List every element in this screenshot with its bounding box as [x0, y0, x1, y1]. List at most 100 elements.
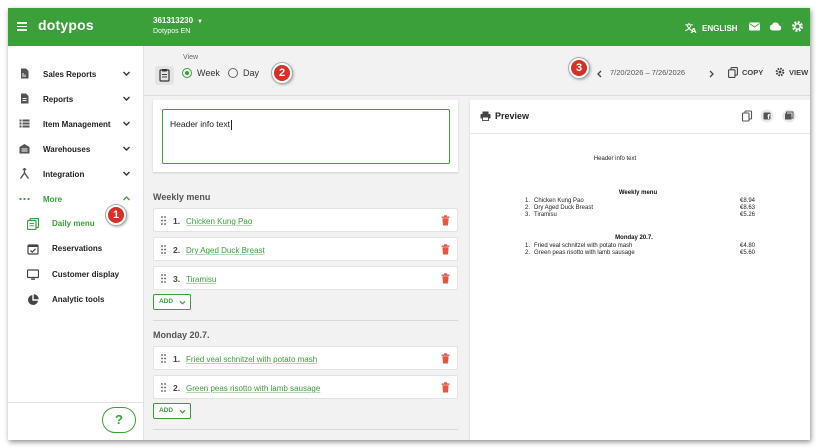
menu-item-number: 3.: [173, 274, 181, 284]
sidebar-item-item-management[interactable]: Item Management: [8, 115, 144, 133]
account-id: 361313230: [153, 16, 194, 25]
sidebar-item-sales-reports[interactable]: Sales Reports: [8, 65, 144, 83]
view-week-radio[interactable]: Week: [182, 68, 220, 78]
header-card: Header info text: [153, 100, 458, 172]
help-button[interactable]: ?: [102, 407, 136, 433]
language-selector[interactable]: 文A ENGLISH: [685, 22, 738, 34]
sidebar-item-analytic-tools[interactable]: Analytic tools: [8, 291, 144, 309]
view-day-radio[interactable]: Day: [228, 68, 259, 78]
account-selector[interactable]: 361313230 ▼: [153, 16, 203, 25]
chevron-left-icon[interactable]: [596, 70, 603, 78]
section-title-weekly-menu: Weekly menu: [153, 192, 211, 202]
drag-handle-icon[interactable]: [161, 274, 166, 283]
integration-icon: [19, 168, 30, 179]
drag-handle-icon[interactable]: [161, 383, 166, 392]
section-divider: [153, 320, 458, 321]
radio-label: Day: [243, 68, 260, 78]
preview-row-name: Fried veal schnitzel with potato mash: [534, 243, 633, 249]
monitor-icon: [27, 269, 39, 280]
trash-icon[interactable]: [441, 244, 450, 255]
svg-text:A: A: [691, 27, 697, 34]
menu-item-number: 1.: [173, 216, 181, 226]
printer-icon[interactable]: [480, 111, 491, 121]
drag-handle-icon[interactable]: [161, 354, 166, 363]
preview-row-price: €5.26: [739, 212, 755, 218]
sidebar-item-label: Analytic tools: [52, 295, 105, 304]
trash-icon[interactable]: [441, 382, 450, 393]
preview-row-price: €4.80: [739, 243, 755, 249]
preview-section-title: Monday 20.7.: [615, 235, 653, 241]
preview-row-number: 1.: [525, 243, 531, 249]
sidebar-item-more[interactable]: More: [8, 190, 144, 208]
mail-icon[interactable]: [748, 20, 761, 33]
sidebar-item-customer-display[interactable]: Customer display: [8, 266, 144, 284]
chevron-down-icon: [179, 409, 186, 414]
chevron-down-icon: [123, 96, 130, 101]
drag-handle-icon[interactable]: [161, 245, 166, 254]
sidebar-divider: [8, 402, 144, 403]
text-cursor: [231, 119, 233, 130]
image-icon[interactable]: [782, 109, 796, 123]
trash-icon[interactable]: [441, 353, 450, 364]
chevron-down-icon: [179, 300, 186, 305]
header-text-value: Header info text: [170, 119, 231, 129]
drag-handle-icon[interactable]: [161, 216, 166, 225]
copy-label: COPY: [742, 68, 764, 77]
menu-item[interactable]: 2. Green peas risotto with lamb sausage: [153, 375, 458, 399]
template-button[interactable]: [155, 66, 174, 85]
copy-icon: [728, 67, 738, 78]
menu-item-name[interactable]: Dry Aged Duck Breast: [186, 246, 265, 255]
sidebar-item-integration[interactable]: Integration: [8, 165, 144, 183]
pie-chart-icon: [28, 294, 39, 305]
add-label: ADD: [159, 298, 174, 305]
add-item-button[interactable]: ADD: [153, 294, 191, 310]
menu-item-number: 2.: [173, 383, 181, 393]
menu-item-name[interactable]: Fried veal schnitzel with potato mash: [186, 355, 317, 364]
sidebar-item-reports[interactable]: Reports: [8, 90, 144, 108]
sidebar-item-label: Sales Reports: [43, 69, 97, 79]
clipboard-icon: [159, 69, 170, 82]
cloud-icon[interactable]: [769, 20, 782, 33]
callout-badge-3: 3: [569, 58, 589, 78]
preview-header: Preview f: [470, 100, 810, 134]
sidebar-item-warehouses[interactable]: Warehouses: [8, 140, 144, 158]
sidebar-item-label: Warehouses: [43, 144, 91, 154]
section-title-monday: Monday 20.7.: [153, 330, 210, 340]
chevron-up-icon: [123, 196, 130, 201]
menu-item-name[interactable]: Green peas risotto with lamb sausage: [186, 384, 320, 393]
sidebar-item-label: Customer display: [52, 270, 120, 279]
view-settings-button[interactable]: VIEW: [775, 67, 808, 77]
menu-item[interactable]: 2. Dry Aged Duck Breast: [153, 237, 458, 261]
menu-item-name[interactable]: Chicken Kung Pao: [186, 217, 252, 226]
preview-row-name: Tiramisu: [534, 212, 557, 218]
copy-button[interactable]: COPY: [728, 67, 763, 78]
preview-title: Preview: [495, 111, 530, 121]
menu-item[interactable]: 1. Chicken Kung Pao: [153, 208, 458, 232]
preview-row-price: €8.63: [739, 205, 755, 211]
add-item-button[interactable]: ADD: [153, 403, 191, 419]
preview-row-price: €5.60: [739, 250, 755, 256]
facebook-icon[interactable]: f: [760, 109, 774, 123]
sidebar-item-label: Integration: [43, 169, 85, 179]
header-text-input[interactable]: Header info text: [162, 109, 450, 164]
translate-icon: 文A: [685, 22, 697, 34]
chevron-right-icon[interactable]: [708, 70, 715, 78]
trash-icon[interactable]: [441, 215, 450, 226]
gear-icon[interactable]: [791, 20, 804, 33]
callout-badge-2: 2: [272, 63, 292, 83]
gear-icon: [775, 67, 785, 77]
menu-item[interactable]: 3. Tiramisu: [153, 266, 458, 290]
svg-text:f: f: [767, 113, 770, 121]
sidebar-item-reservations[interactable]: Reservations: [8, 240, 144, 258]
menu-item-name[interactable]: Tiramisu: [186, 275, 216, 284]
logo: dotypos: [38, 17, 94, 33]
menu-item[interactable]: 1. Fried veal schnitzel with potato mash: [153, 346, 458, 370]
copy-icon[interactable]: [740, 109, 754, 123]
top-bar: dotypos 361313230 ▼ Dotypos EN 文A ENGLISH: [8, 8, 810, 46]
section-divider: [153, 429, 458, 430]
trash-icon[interactable]: [441, 273, 450, 284]
callout-badge-1: 1: [106, 205, 126, 225]
preview-row-name: Chicken Kung Pao: [534, 198, 584, 204]
menu-icon[interactable]: [17, 22, 27, 31]
view-label: View: [183, 54, 199, 61]
